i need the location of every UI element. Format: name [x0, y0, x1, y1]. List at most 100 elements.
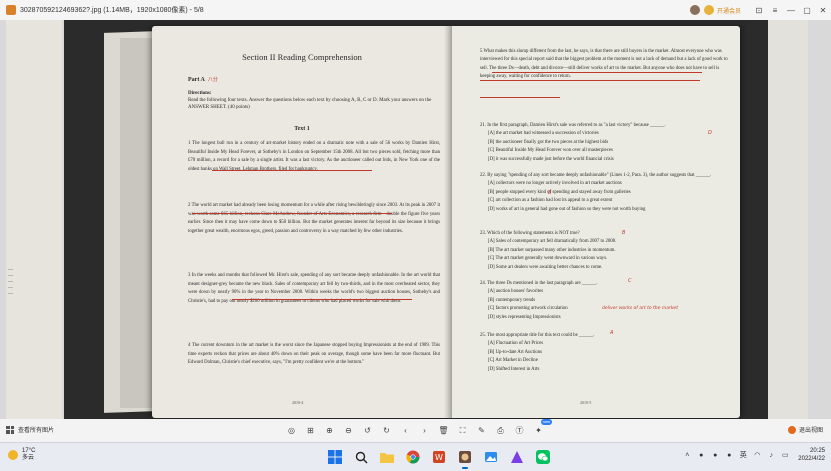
- option: [D] styles representing Impressionists: [488, 314, 561, 320]
- answer-mark-24: C: [628, 278, 632, 284]
- chrome-icon[interactable]: [403, 447, 423, 467]
- part-label: Part A: [188, 77, 205, 83]
- view-all-images-button[interactable]: 查看所有图片: [6, 425, 54, 434]
- original-size-icon[interactable]: ⊞: [301, 423, 320, 438]
- volume-icon[interactable]: ♪: [766, 450, 776, 460]
- answer-mark-25: A: [610, 330, 614, 336]
- left-page: Section II Reading Comprehension Part A八…: [152, 26, 452, 418]
- photo-book: Section II Reading Comprehension Part A八…: [80, 20, 760, 419]
- battery-icon[interactable]: ▭: [780, 450, 790, 460]
- magic-icon[interactable]: ✦ new: [529, 419, 552, 438]
- question-stem: 21. In the first paragraph, Damien Hirst…: [480, 123, 666, 128]
- print-icon[interactable]: ⎙: [491, 423, 510, 438]
- wifi-icon[interactable]: ◠: [752, 450, 762, 460]
- option: [D] Shifted Interest in Arts: [488, 366, 540, 372]
- rotate-right-icon[interactable]: ↻: [377, 423, 396, 438]
- windows-start-icon[interactable]: [325, 447, 345, 467]
- tray-app-icon[interactable]: ●: [696, 450, 706, 460]
- side-paper: [6, 20, 62, 419]
- photo-viewer-icon[interactable]: [455, 447, 475, 469]
- paragraph: 2 The world art market had already been …: [188, 203, 440, 234]
- vip-label[interactable]: 开通会员: [717, 6, 741, 15]
- weather-widget[interactable]: 17°C 多云: [8, 448, 35, 462]
- option: [D] works of art in general had gone out…: [488, 206, 646, 212]
- photo-background-left: — — — — —: [0, 20, 64, 419]
- search-icon[interactable]: [351, 447, 371, 467]
- zoom-out-icon[interactable]: ⊖: [339, 423, 358, 438]
- chevron-up-icon[interactable]: ˄: [682, 450, 692, 460]
- question-23: 23. Which of the following statements is…: [480, 230, 730, 272]
- question-22: 22. By saying "spending of any sort beca…: [480, 172, 730, 214]
- close-button[interactable]: ✕: [815, 0, 831, 20]
- triangle-app-icon[interactable]: [507, 447, 527, 467]
- wechat-icon[interactable]: [533, 447, 553, 467]
- answer-mark-21: D: [708, 130, 712, 136]
- image-canvas[interactable]: Section II Reading Comprehension Part A八…: [64, 20, 768, 419]
- question-stem: 22. By saying "spending of any sort beca…: [480, 173, 712, 178]
- directions: Directions: Read the following four text…: [188, 90, 438, 111]
- pin-button[interactable]: ⊡: [751, 0, 767, 20]
- red-underline: [480, 80, 700, 81]
- images-app-icon[interactable]: [481, 447, 501, 467]
- option: [A] the art market had witnessed a succe…: [488, 131, 599, 137]
- option: [D] Some art dealers were awaiting bette…: [488, 264, 603, 270]
- language-indicator[interactable]: 英: [738, 450, 748, 460]
- crop-icon[interactable]: ⛶: [453, 423, 472, 438]
- ocr-icon[interactable]: Ⓣ: [510, 423, 529, 438]
- option: [B] people stopped every kind of spendin…: [488, 189, 631, 195]
- option: [A] Sales of contemporary art fell drama…: [488, 239, 617, 245]
- clock-time: 20:25: [809, 448, 825, 454]
- clock[interactable]: 20:25 2022/4/22: [798, 447, 825, 463]
- question-24: 24. The three Ds mentioned in the last p…: [480, 280, 730, 322]
- option: [C] The art market generally went downwa…: [488, 256, 608, 262]
- image-viewer-window: 30287059212469362?.jpg (1.14MB，1920x1080…: [0, 0, 831, 442]
- red-underline: [492, 72, 702, 73]
- delete-icon[interactable]: 🗑: [434, 423, 453, 438]
- file-explorer-icon[interactable]: [377, 447, 397, 467]
- photo-background-right: [768, 20, 831, 419]
- option: [C] Art Market in Decline: [488, 358, 538, 364]
- option: [B] the auctioneer finally got the two p…: [488, 139, 609, 145]
- side-paper-text: — — — — —: [8, 268, 13, 297]
- question-stem: 24. The three Ds mentioned in the last p…: [480, 281, 598, 286]
- section-title: Section II Reading Comprehension: [242, 52, 362, 62]
- new-badge: new: [540, 419, 552, 425]
- user-avatar[interactable]: [689, 5, 700, 15]
- word-icon[interactable]: W: [429, 447, 449, 467]
- question-stem: 25. The most appropriate title for this …: [480, 333, 595, 338]
- option: [B] contemporary trends: [488, 297, 536, 303]
- exit-view-button[interactable]: 退出视图: [787, 425, 823, 434]
- weather-condition: 多云: [22, 455, 35, 461]
- edit-icon[interactable]: ✎: [472, 423, 491, 438]
- system-tray: ˄ ● ● ● 英 ◠ ♪ ▭ 20:25 2022/4/22: [680, 447, 825, 463]
- tray-app-icon[interactable]: ●: [710, 450, 720, 460]
- viewer-toolbar: 查看所有图片 ◎ ⊞ ⊕ ⊖ ↺ ↻ ‹ › 🗑 ⛶ ✎ ⎙ Ⓣ ✦ new 退出…: [0, 419, 831, 442]
- side-paper: [768, 20, 808, 419]
- title-bar: 30287059212469362?.jpg (1.14MB，1920x1080…: [0, 0, 831, 20]
- part-handwritten-note: 八分: [207, 77, 218, 83]
- red-underline: [232, 299, 412, 300]
- paragraph: 4 The current downturn in the art market…: [188, 343, 440, 366]
- page-footer: 2010-5: [580, 400, 592, 405]
- option: [C] Beautiful Inside My Head Forever won…: [488, 148, 613, 154]
- minimize-button[interactable]: —: [783, 0, 799, 20]
- maximize-button[interactable]: ▢: [799, 0, 815, 20]
- page-footer: 2010-4: [292, 400, 304, 405]
- zoom-in-icon[interactable]: ⊕: [320, 423, 339, 438]
- part-heading: Part A 八分: [188, 76, 218, 83]
- question-25: 25. The most appropriate title for this …: [480, 332, 730, 374]
- directions-label: Directions:: [188, 91, 212, 96]
- fit-screen-icon[interactable]: ◎: [282, 423, 301, 438]
- toolbar-tools: ◎ ⊞ ⊕ ⊖ ↺ ↻ ‹ › 🗑 ⛶ ✎ ⎙ Ⓣ ✦ new: [282, 419, 552, 438]
- app-icon: [6, 5, 16, 15]
- vip-icon[interactable]: [703, 5, 714, 15]
- tray-app-icon[interactable]: ●: [724, 450, 734, 460]
- rotate-left-icon[interactable]: ↺: [358, 423, 377, 438]
- menu-button[interactable]: ≡: [767, 0, 783, 20]
- next-image-icon[interactable]: ›: [415, 423, 434, 438]
- taskbar: 17°C 多云 W ˄ ● ● ● 英 ◠ ♪ ▭ 20:25 2022/4/2…: [0, 442, 831, 471]
- previous-image-icon[interactable]: ‹: [396, 423, 415, 438]
- paragraph: 3 In the weeks and months that followed …: [188, 273, 440, 304]
- option: [A] auction houses' favorites: [488, 289, 544, 295]
- exit-icon: [787, 425, 796, 434]
